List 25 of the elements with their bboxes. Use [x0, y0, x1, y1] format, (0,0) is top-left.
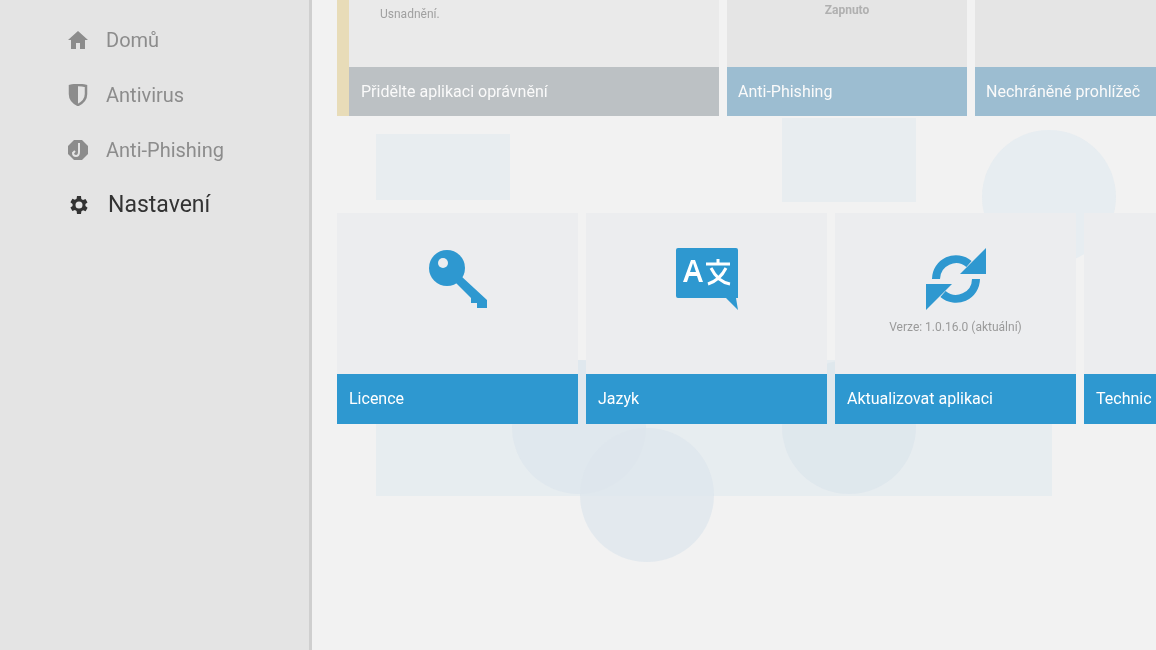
key-icon [426, 248, 489, 310]
card-title: Technic [1084, 374, 1156, 424]
settings-card[interactable]: Licence [337, 213, 578, 424]
card-description: Usnadnění. [379, 6, 440, 23]
card-title: Anti-Phishing [727, 67, 967, 116]
home-icon [67, 30, 89, 50]
card-title: Licence [337, 374, 578, 424]
sidebar-item[interactable]: Antivirus [66, 83, 309, 107]
card-title: Přidělte aplikaci oprávnění [349, 67, 719, 116]
sidebar-item[interactable]: Nastavení [66, 193, 309, 217]
sidebar-item[interactable]: Domů [66, 28, 309, 52]
card-title: Aktualizovat aplikaci [835, 374, 1076, 424]
settings-card[interactable]: Verze: 1.0.16.0 (aktuální) Aktualizovat aplikaci [835, 213, 1076, 424]
refresh-icon [924, 248, 987, 310]
sidebar-item[interactable]: Anti-Phishing [66, 138, 309, 162]
version-text: Verze: 1.0.16.0 (aktuální) [889, 319, 1022, 336]
card-title: Nechráněné prohlížeč [975, 67, 1156, 116]
shield-icon [68, 84, 88, 106]
settings-card[interactable]: Jazyk [586, 213, 827, 424]
settings-card[interactable]: Technic [1084, 213, 1156, 424]
translate-icon [675, 248, 738, 310]
feature-card[interactable]: Nechráněné prohlížeč [975, 0, 1156, 116]
hook-icon [67, 139, 89, 161]
feature-card[interactable]: Usnadnění. Přidělte aplikaci oprávnění [337, 0, 719, 116]
card-title: Jazyk [586, 374, 827, 424]
